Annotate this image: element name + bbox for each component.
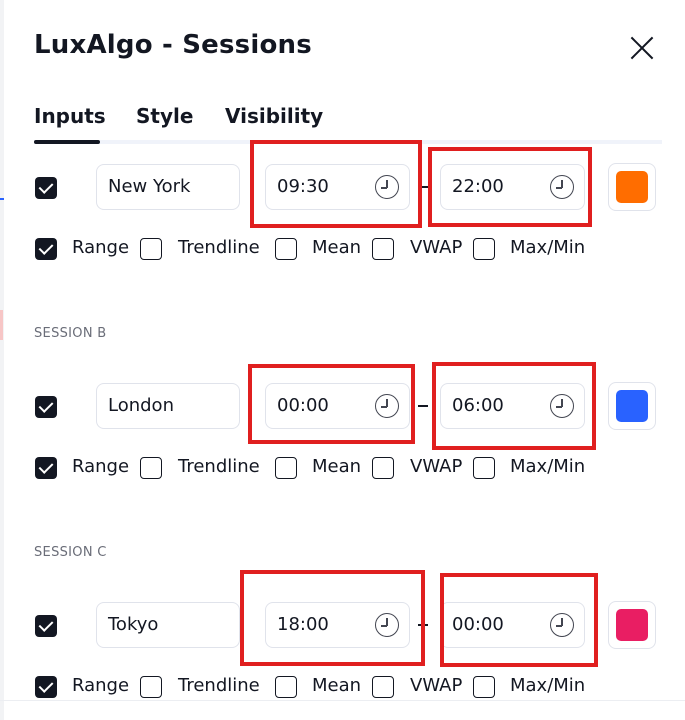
session-b-range-checkbox[interactable] <box>35 457 57 479</box>
mean-label: Mean <box>312 456 362 477</box>
session-c-start-time-value: 18:00 <box>277 614 329 635</box>
mean-label: Mean <box>312 675 362 696</box>
session-a-range-checkbox[interactable] <box>35 238 57 260</box>
session-b-start-time-value: 00:00 <box>277 395 329 416</box>
session-a-maxmin-checkbox[interactable] <box>473 238 495 260</box>
session-c-vwap-checkbox[interactable] <box>372 676 394 698</box>
session-a-end-time-value: 22:00 <box>452 176 504 197</box>
maxmin-label: Max/Min <box>510 456 586 477</box>
clock-icon[interactable] <box>550 394 574 418</box>
session-c-mean-checkbox[interactable] <box>275 676 297 698</box>
session-b-enable-checkbox[interactable] <box>35 396 57 418</box>
session-a-mean-checkbox[interactable] <box>275 238 297 260</box>
session-c-end-time-field[interactable]: 00:00 <box>440 602 585 648</box>
session-a-trendline-checkbox[interactable] <box>140 238 162 260</box>
session-c-trendline-checkbox[interactable] <box>140 676 162 698</box>
session-c-header: SESSION C <box>34 545 107 560</box>
time-range-dash <box>418 405 428 407</box>
session-c-enable-checkbox[interactable] <box>35 615 57 637</box>
session-b-maxmin-checkbox[interactable] <box>473 457 495 479</box>
session-b-start-time-field[interactable]: 00:00 <box>265 383 410 429</box>
time-range-dash <box>418 186 428 188</box>
trendline-label: Trendline <box>178 675 260 696</box>
session-c-name-field[interactable]: Tokyo <box>96 602 240 648</box>
session-a-end-time-field[interactable]: 22:00 <box>440 164 585 210</box>
vwap-label: VWAP <box>410 675 463 696</box>
trendline-label: Trendline <box>178 456 260 477</box>
session-b-name-field[interactable]: London <box>96 383 240 429</box>
maxmin-label: Max/Min <box>510 237 586 258</box>
range-label: Range <box>72 675 130 696</box>
session-a-name-field[interactable]: New York <box>96 164 240 210</box>
mean-label: Mean <box>312 237 362 258</box>
session-b-trendline-checkbox[interactable] <box>140 457 162 479</box>
trendline-label: Trendline <box>178 237 260 258</box>
clock-icon[interactable] <box>375 394 399 418</box>
dialog-title: LuxAlgo - Sessions <box>34 30 312 60</box>
session-c-end-time-value: 00:00 <box>452 614 504 635</box>
vwap-label: VWAP <box>410 237 463 258</box>
session-a-color-swatch <box>616 171 648 203</box>
maxmin-label: Max/Min <box>510 675 586 696</box>
session-a-vwap-checkbox[interactable] <box>372 238 394 260</box>
session-b-color-swatch <box>616 390 648 422</box>
clock-icon[interactable] <box>375 613 399 637</box>
chart-edge-mark-red <box>0 310 3 340</box>
active-tab-indicator <box>34 140 100 144</box>
session-b-color-picker[interactable] <box>608 382 656 430</box>
session-b-end-time-field[interactable]: 06:00 <box>440 383 585 429</box>
session-a-start-time-value: 09:30 <box>277 176 329 197</box>
range-label: Range <box>72 456 130 477</box>
vwap-label: VWAP <box>410 456 463 477</box>
chart-edge-mark-blue <box>0 198 4 200</box>
clock-icon[interactable] <box>550 613 574 637</box>
tab-visibility[interactable]: Visibility <box>225 104 323 128</box>
session-b-mean-checkbox[interactable] <box>275 457 297 479</box>
range-label: Range <box>72 237 130 258</box>
tab-style[interactable]: Style <box>136 104 193 128</box>
session-a-enable-checkbox[interactable] <box>35 177 57 199</box>
time-range-dash <box>418 624 428 626</box>
session-c-color-picker[interactable] <box>608 601 656 649</box>
footer-divider <box>0 700 685 701</box>
session-c-maxmin-checkbox[interactable] <box>473 676 495 698</box>
session-c-range-checkbox[interactable] <box>35 676 57 698</box>
session-b-header: SESSION B <box>34 326 107 341</box>
session-c-color-swatch <box>616 609 648 641</box>
session-a-start-time-field[interactable]: 09:30 <box>265 164 410 210</box>
clock-icon[interactable] <box>375 175 399 199</box>
close-icon[interactable] <box>624 30 660 66</box>
session-a-color-picker[interactable] <box>608 163 656 211</box>
tabs-divider <box>34 140 662 144</box>
chart-edge-strip <box>0 0 4 720</box>
clock-icon[interactable] <box>550 175 574 199</box>
tab-inputs[interactable]: Inputs <box>34 104 106 128</box>
session-b-vwap-checkbox[interactable] <box>372 457 394 479</box>
session-c-start-time-field[interactable]: 18:00 <box>265 602 410 648</box>
session-b-end-time-value: 06:00 <box>452 395 504 416</box>
